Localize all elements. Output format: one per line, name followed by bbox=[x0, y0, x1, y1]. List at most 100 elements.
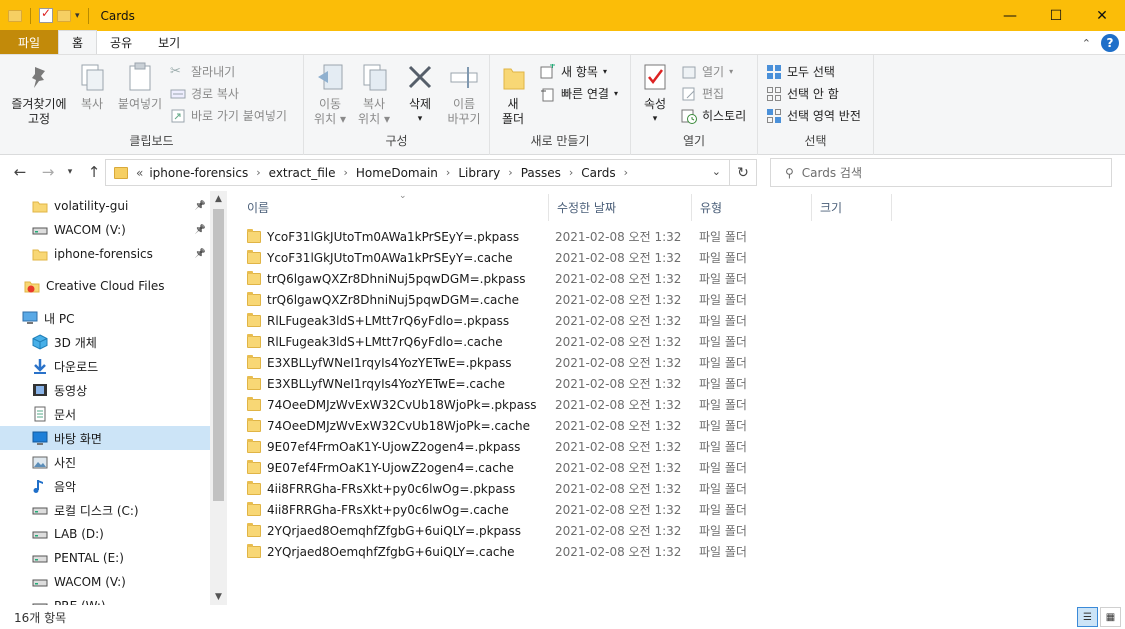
rename-button[interactable]: 이름 바꾸기 bbox=[442, 61, 486, 127]
breadcrumb-overflow[interactable]: « bbox=[136, 166, 143, 180]
select-all-button[interactable]: 모두 선택 bbox=[766, 63, 835, 80]
invert-selection-button[interactable]: 선택 영역 반전 bbox=[766, 107, 861, 124]
sidebar-item[interactable]: PRE (W:) bbox=[0, 594, 210, 605]
file-row[interactable]: 9E07ef4FrmOaK1Y-UjowZ2ogen4=.cache 2021-0… bbox=[247, 457, 777, 478]
scroll-down-icon[interactable]: ▼ bbox=[210, 589, 227, 605]
column-header-size[interactable]: 크기 bbox=[812, 194, 892, 221]
file-row[interactable]: trQ6lgawQXZr8DhniNuj5pqwDGM=.cache 2021-0… bbox=[247, 289, 777, 310]
file-row[interactable]: 2YQrjaed8OemqhfZfgbG+6uiQLY=.cache 2021-0… bbox=[247, 541, 777, 562]
scroll-up-icon[interactable]: ▲ bbox=[210, 191, 227, 207]
up-button[interactable]: ↑ bbox=[84, 162, 104, 182]
chevron-right-icon[interactable]: › bbox=[508, 166, 512, 179]
file-row[interactable]: 9E07ef4FrmOaK1Y-UjowZ2ogen4=.pkpass 2021-… bbox=[247, 436, 777, 457]
cut-button[interactable]: ✂ 잘라내기 bbox=[170, 63, 235, 80]
sidebar-item[interactable]: 바탕 화면 bbox=[0, 426, 210, 450]
breadcrumb-library[interactable]: Library bbox=[458, 166, 500, 180]
search-input[interactable]: ⚲ Cards 검색 bbox=[770, 158, 1112, 187]
navigation-pane-scrollbar[interactable]: ▲ ▼ bbox=[210, 191, 227, 605]
tab-file[interactable]: 파일 bbox=[0, 30, 58, 54]
copy-button[interactable]: 복사 bbox=[74, 61, 110, 112]
sidebar-item[interactable]: volatility-gui 📌 bbox=[0, 194, 210, 218]
chevron-right-icon[interactable]: › bbox=[256, 166, 260, 179]
breadcrumb-homedomain[interactable]: HomeDomain bbox=[356, 166, 438, 180]
copy-path-button[interactable]: 경로 복사 bbox=[170, 85, 239, 102]
file-row[interactable]: RlLFugeak3ldS+LMtt7rQ6yFdlo=.pkpass 2021-… bbox=[247, 310, 777, 331]
collapse-ribbon-icon[interactable]: ⌃ bbox=[1082, 37, 1091, 50]
file-row[interactable]: trQ6lgawQXZr8DhniNuj5pqwDGM=.pkpass 2021-… bbox=[247, 268, 777, 289]
new-item-button[interactable]: 새 항목 ▾ bbox=[540, 62, 607, 80]
history-button[interactable]: 히스토리 bbox=[681, 107, 746, 124]
properties-button[interactable]: 속성 ▾ bbox=[637, 61, 673, 127]
file-row[interactable]: RlLFugeak3ldS+LMtt7rQ6yFdlo=.cache 2021-0… bbox=[247, 331, 777, 352]
breadcrumb-iphone-forensics[interactable]: iphone-forensics bbox=[149, 166, 248, 180]
select-none-button[interactable]: 선택 안 함 bbox=[766, 85, 839, 102]
sidebar-item[interactable]: WACOM (V:) bbox=[0, 570, 210, 594]
help-icon[interactable]: ? bbox=[1101, 34, 1119, 52]
sidebar-item[interactable]: 로컬 디스크 (C:) bbox=[0, 498, 210, 522]
sidebar-item[interactable]: 사진 bbox=[0, 450, 210, 474]
column-header-modified[interactable]: 수정한 날짜 bbox=[549, 194, 692, 221]
new-folder-button[interactable]: 새 폴더 bbox=[498, 61, 528, 127]
pin-to-quick-access-button[interactable]: 즐겨찾기에 고정 bbox=[6, 61, 72, 127]
tab-view[interactable]: 보기 bbox=[145, 30, 193, 54]
edit-button[interactable]: 편집 bbox=[681, 85, 724, 102]
file-row[interactable]: YcoF31lGkJUtoTm0AWa1kPrSEyY=.pkpass 2021-… bbox=[247, 226, 777, 247]
address-bar[interactable]: « iphone-forensics › extract_file › Home… bbox=[105, 159, 730, 186]
file-row[interactable]: YcoF31lGkJUtoTm0AWa1kPrSEyY=.cache 2021-0… bbox=[247, 247, 777, 268]
move-to-button[interactable]: 이동 위치 ▾ bbox=[310, 61, 350, 127]
close-button[interactable]: ✕ bbox=[1079, 0, 1125, 31]
breadcrumb-passes[interactable]: Passes bbox=[521, 166, 561, 180]
file-row[interactable]: 4ii8FRRGha-FRsXkt+py0c6lwOg=.cache 2021-0… bbox=[247, 499, 777, 520]
maximize-button[interactable]: ☐ bbox=[1033, 0, 1079, 31]
sidebar-item[interactable]: LAB (D:) bbox=[0, 522, 210, 546]
file-row[interactable]: E3XBLLyfWNeI1rqyIs4YozYETwE=.cache 2021-0… bbox=[247, 373, 777, 394]
sidebar-item[interactable]: PENTAL (E:) bbox=[0, 546, 210, 570]
large-icons-view-button[interactable]: ▦ bbox=[1100, 607, 1121, 627]
column-header-type[interactable]: 유형 bbox=[692, 194, 812, 221]
sidebar-item[interactable]: 내 PC bbox=[0, 306, 210, 330]
properties-dropdown-icon[interactable]: ▾ bbox=[637, 112, 673, 127]
back-button[interactable]: ← bbox=[10, 162, 30, 182]
tab-share[interactable]: 공유 bbox=[97, 30, 145, 54]
refresh-button[interactable]: ↻ bbox=[729, 159, 757, 186]
open-button[interactable]: 열기 ▾ bbox=[681, 63, 733, 80]
file-row[interactable]: E3XBLLyfWNeI1rqyIs4YozYETwE=.pkpass 2021-… bbox=[247, 352, 777, 373]
sidebar-item[interactable]: 다운로드 bbox=[0, 354, 210, 378]
paste-shortcut-button[interactable]: 바로 가기 붙여넣기 bbox=[170, 107, 287, 124]
delete-button[interactable]: 삭제 ▾ bbox=[402, 61, 438, 127]
delete-dropdown-icon[interactable]: ▾ bbox=[402, 112, 438, 127]
new-folder-icon[interactable] bbox=[57, 9, 71, 22]
chevron-right-icon[interactable]: › bbox=[569, 166, 573, 179]
minimize-button[interactable]: — bbox=[987, 0, 1033, 31]
tab-home[interactable]: 홈 bbox=[58, 30, 98, 54]
file-row[interactable]: 2YQrjaed8OemqhfZfgbG+6uiQLY=.pkpass 2021-… bbox=[247, 520, 777, 541]
sidebar-item[interactable]: 문서 bbox=[0, 402, 210, 426]
scrollbar-thumb[interactable] bbox=[213, 209, 224, 501]
sidebar-item[interactable]: Creative Cloud Files bbox=[0, 274, 210, 298]
file-row[interactable]: 74OeeDMJzWvExW32CvUb18WjoPk=.cache 2021-0… bbox=[247, 415, 777, 436]
chevron-right-icon[interactable]: › bbox=[343, 166, 347, 179]
customize-toolbar-dropdown-icon[interactable]: ▾ bbox=[75, 11, 80, 21]
folder-icon bbox=[247, 439, 261, 454]
details-view-button[interactable]: ☰ bbox=[1077, 607, 1098, 627]
easy-access-button[interactable]: 빠른 연결 ▾ bbox=[540, 85, 618, 102]
forward-button[interactable]: → bbox=[38, 162, 58, 182]
sidebar-item[interactable]: iphone-forensics 📌 bbox=[0, 242, 210, 266]
sidebar-item[interactable]: 3D 개체 bbox=[0, 330, 210, 354]
file-row[interactable]: 74OeeDMJzWvExW32CvUb18WjoPk=.pkpass 2021-… bbox=[247, 394, 777, 415]
sidebar-item[interactable]: WACOM (V:) 📌 bbox=[0, 218, 210, 242]
copy-to-button[interactable]: 복사 위치 ▾ bbox=[354, 61, 394, 127]
paste-button[interactable]: 붙여넣기 bbox=[114, 61, 166, 112]
address-history-dropdown-icon[interactable]: ⌄ bbox=[712, 165, 721, 178]
properties-icon[interactable] bbox=[39, 6, 53, 23]
file-type: 파일 폴더 bbox=[699, 230, 747, 244]
chevron-right-icon[interactable]: › bbox=[624, 166, 628, 179]
breadcrumb-extract-file[interactable]: extract_file bbox=[269, 166, 336, 180]
sidebar-item[interactable]: 동영상 bbox=[0, 378, 210, 402]
sidebar-item[interactable]: 음악 bbox=[0, 474, 210, 498]
chevron-right-icon[interactable]: › bbox=[446, 166, 450, 179]
column-header-name[interactable]: ⌄ 이름 bbox=[239, 191, 549, 221]
breadcrumb-cards[interactable]: Cards bbox=[581, 166, 615, 180]
recent-locations-dropdown-icon[interactable]: ▾ bbox=[60, 162, 80, 182]
file-row[interactable]: 4ii8FRRGha-FRsXkt+py0c6lwOg=.pkpass 2021-… bbox=[247, 478, 777, 499]
